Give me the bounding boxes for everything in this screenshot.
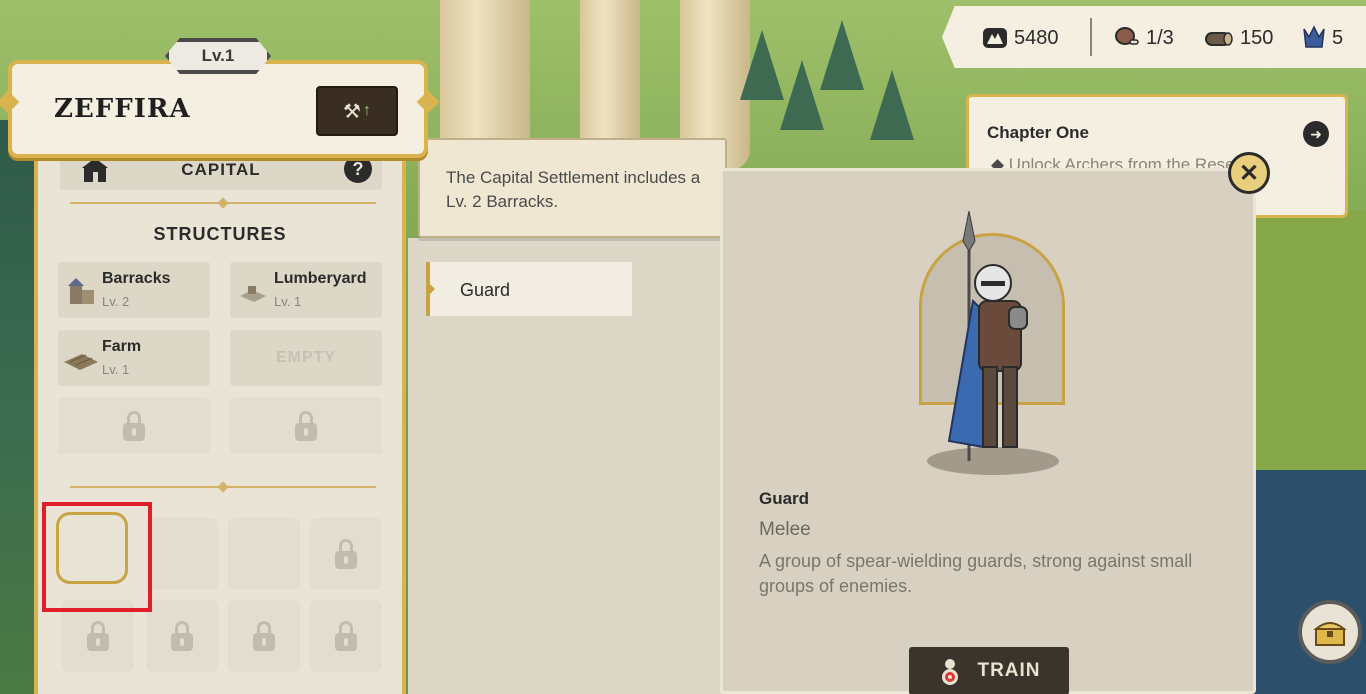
wood-value: 150: [1240, 26, 1274, 49]
resources-bar: 5480 1/3 150 5: [942, 6, 1366, 68]
tooltip-text: The Capital Settlement includes a Lv. 2 …: [446, 168, 701, 211]
stone-value: 5480: [1014, 26, 1059, 49]
unit-slot[interactable]: [146, 518, 218, 590]
structure-locked-slot: [230, 398, 382, 454]
unit-slot[interactable]: [228, 518, 300, 590]
unit-slot-locked: [146, 600, 218, 672]
resource-army: 5: [1302, 24, 1343, 52]
food-value: 1/3: [1146, 26, 1174, 49]
structure-locked-slot: [58, 398, 210, 454]
resource-separator: [1090, 18, 1092, 56]
army-crown-icon: [1303, 25, 1325, 48]
army-value: 5: [1332, 26, 1344, 49]
barracks-icon: [68, 278, 94, 304]
train-label: TRAIN: [977, 660, 1041, 681]
unit-slot-locked: [310, 518, 382, 590]
unit-slot-locked: [310, 600, 382, 672]
lock-icon: [335, 621, 357, 651]
unit-type: Melee: [759, 519, 811, 540]
settlement-type-label: CAPITAL: [181, 160, 261, 179]
empty-label: EMPTY: [275, 349, 337, 366]
divider: [70, 486, 376, 488]
farm-icon: [64, 354, 98, 370]
unit-list: Guard: [408, 238, 724, 694]
structure-lumberyard[interactable]: Lumberyard Lv. 1: [230, 262, 382, 318]
structure-name: Lumberyard: [274, 270, 367, 287]
lock-icon: [171, 621, 193, 651]
log-icon: [1205, 32, 1233, 46]
unit-name: Guard: [759, 489, 810, 508]
training-dummy-icon: [942, 659, 959, 685]
train-button[interactable]: TRAIN: [909, 647, 1069, 694]
resource-wood: 150: [1204, 24, 1273, 52]
structure-empty-slot[interactable]: EMPTY: [230, 330, 382, 386]
structure-level: Lv. 1: [274, 294, 302, 309]
structure-name: Farm: [102, 338, 142, 355]
unit-description: A group of spear-wielding guards, strong…: [759, 551, 1193, 596]
lock-icon: [335, 539, 357, 569]
resource-food: 1/3: [1114, 24, 1174, 52]
resource-stone: 5480: [982, 24, 1059, 52]
lock-icon: [253, 621, 275, 651]
lock-icon: [295, 411, 317, 441]
structure-level: Lv. 1: [102, 362, 130, 377]
level-label: Lv.1: [201, 46, 235, 65]
guard-portrait: [927, 211, 1059, 475]
arrow-up-icon: ↑: [362, 102, 371, 119]
structures-title: STRUCTURES: [153, 224, 287, 244]
stone-icon: [983, 28, 1007, 48]
chest-button[interactable]: [1298, 600, 1362, 664]
hammer-icon: ⚒: [343, 100, 361, 123]
structure-level: Lv. 2: [102, 294, 130, 309]
settlement-tooltip: The Capital Settlement includes a Lv. 2 …: [418, 138, 727, 238]
level-badge: Lv.1: [165, 38, 271, 74]
structure-name: Barracks: [102, 270, 171, 287]
unit-list-item-guard[interactable]: Guard: [426, 262, 632, 316]
settlement-name: ZEFFIRA: [54, 94, 191, 124]
lumberyard-icon: [240, 286, 266, 302]
unit-detail-panel: Guard Melee A group of spear-wielding gu…: [720, 168, 1256, 694]
divider: [70, 202, 376, 204]
treasure-chest-icon: [1313, 622, 1347, 646]
help-icon[interactable]: ?: [344, 155, 372, 183]
name-bar: ZEFFIRA ⚒ ↑: [8, 60, 428, 158]
unit-slot-locked: [228, 600, 300, 672]
quest-title: Chapter One: [987, 123, 1090, 142]
lock-icon: [87, 621, 109, 651]
unit-list-item-label: Guard: [460, 280, 511, 300]
lock-icon: [123, 411, 145, 441]
close-icon[interactable]: ✕: [1228, 152, 1270, 194]
structure-farm[interactable]: Farm Lv. 1: [58, 330, 210, 386]
upgrade-button[interactable]: ⚒ ↑: [316, 86, 398, 136]
arrow-right-icon[interactable]: ➜: [1303, 121, 1329, 147]
structure-barracks[interactable]: Barracks Lv. 2: [58, 262, 210, 318]
meat-icon: [1115, 27, 1139, 45]
highlight-slot-marker: [42, 502, 152, 612]
